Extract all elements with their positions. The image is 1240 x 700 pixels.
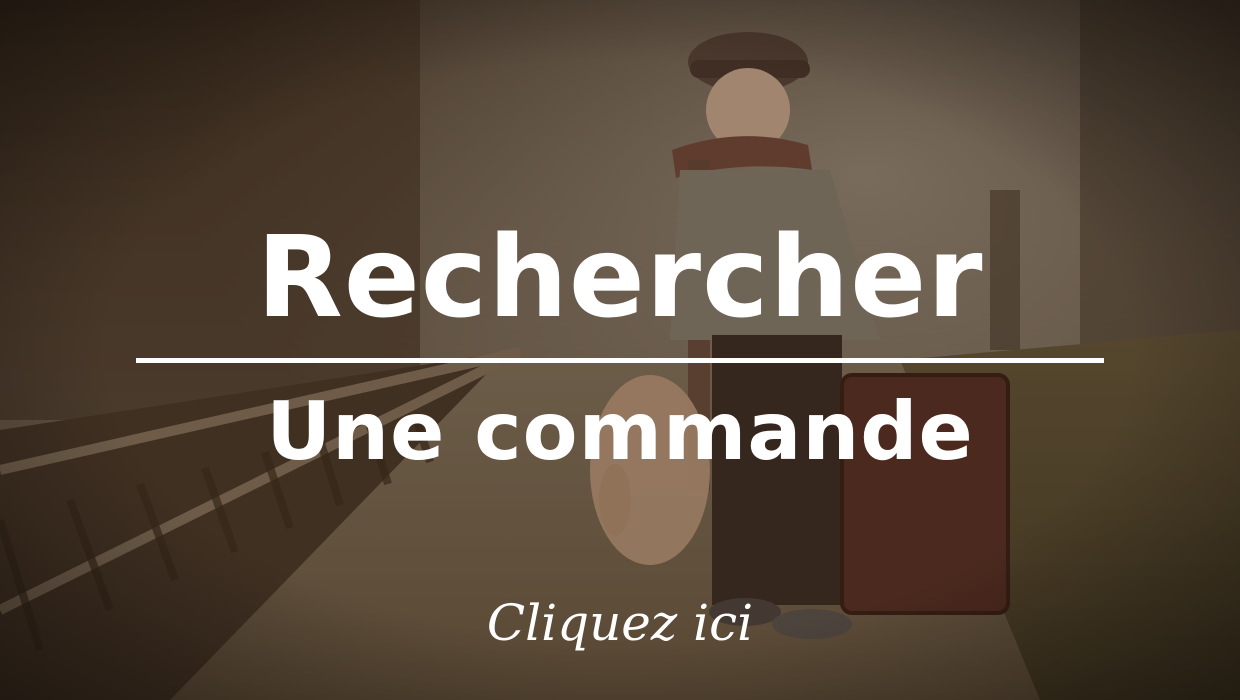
banner-subtitle: Une commande <box>266 385 974 478</box>
banner-title: Rechercher <box>256 213 984 343</box>
title-divider <box>136 358 1104 363</box>
search-order-banner: Rechercher Une commande Cliquez ici <box>0 0 1240 700</box>
click-here-link[interactable]: Cliquez ici <box>470 578 770 668</box>
